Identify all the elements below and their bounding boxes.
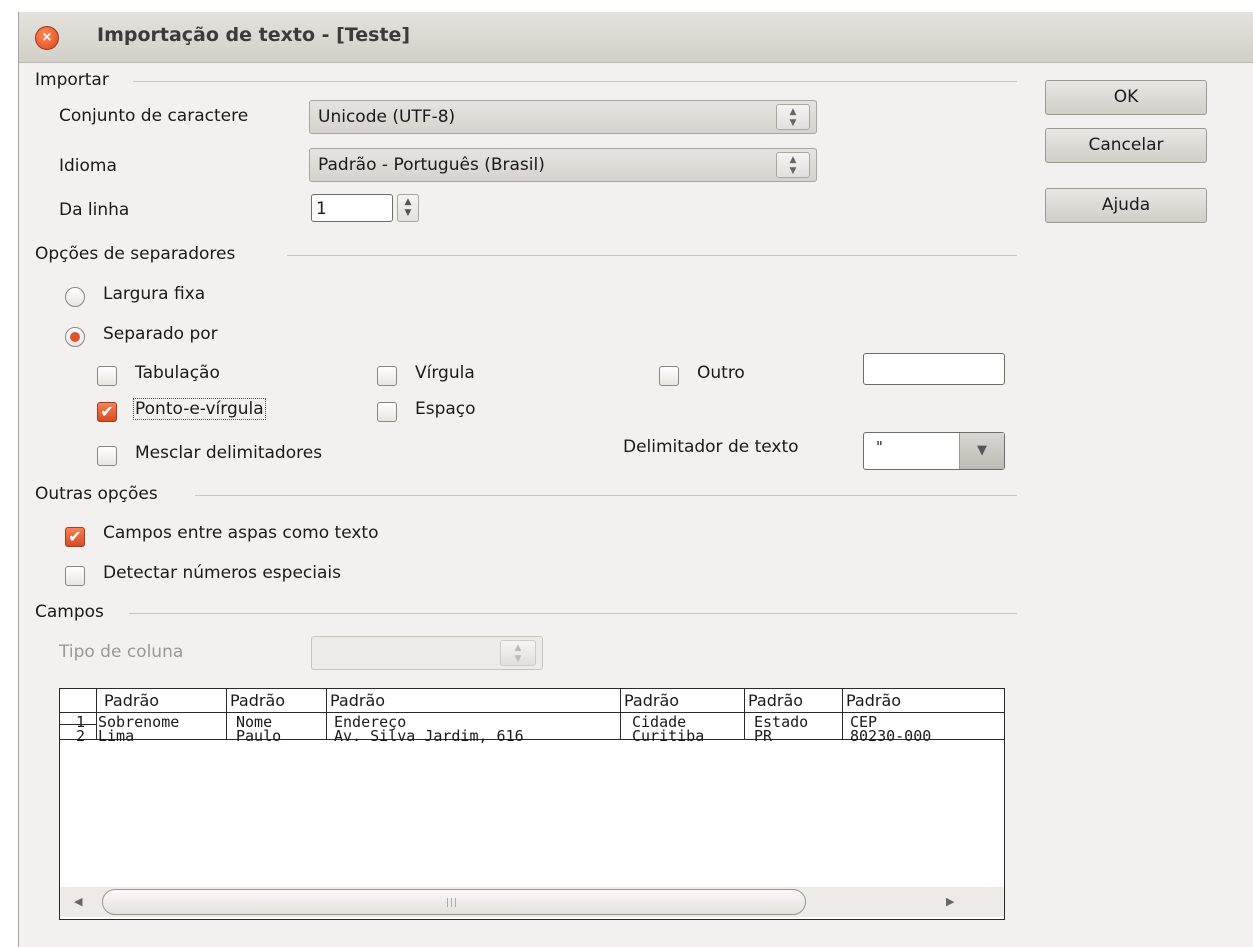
merge-delimiters-checkbox[interactable]: [97, 446, 117, 466]
grid-line: [96, 689, 97, 739]
section-other-options-heading: Outras opções: [35, 484, 158, 504]
table-cell[interactable]: Paulo: [236, 727, 324, 745]
ok-button[interactable]: OK: [1045, 80, 1207, 115]
spin-arrows-icon[interactable]: ▲ ▼: [776, 152, 810, 178]
spin-arrows-icon[interactable]: ▲ ▼: [776, 104, 810, 130]
quoted-as-text-checkbox[interactable]: ✔: [65, 527, 85, 547]
fixed-width-radio[interactable]: [65, 287, 85, 307]
language-combo[interactable]: Padrão - Português (Brasil) ▲ ▼: [309, 148, 817, 182]
text-delimiter-value: ": [876, 438, 883, 456]
column-header[interactable]: Padrão: [846, 691, 942, 710]
divider: [129, 613, 1017, 614]
charset-label: Conjunto de caractere: [59, 106, 249, 126]
horizontal-scrollbar[interactable]: ◀ ▶: [60, 887, 1004, 917]
detect-special-numbers-label[interactable]: Detectar números especiais: [103, 563, 341, 583]
grid-line: [326, 689, 327, 739]
divider: [287, 255, 1017, 256]
close-icon[interactable]: ×: [35, 26, 59, 50]
semicolon-checkbox[interactable]: ✔: [97, 402, 117, 422]
dialog-title: Importação de texto - [Teste]: [97, 24, 411, 46]
text-delimiter-select[interactable]: " ▼: [863, 432, 1005, 470]
cancel-button[interactable]: Cancelar: [1045, 128, 1207, 163]
dialog-window: × Importação de texto - [Teste] Importar…: [18, 12, 1253, 947]
section-importar-heading: Importar: [35, 70, 109, 90]
fixed-width-label[interactable]: Largura fixa: [103, 284, 205, 304]
divider: [133, 81, 1017, 82]
text-delimiter-label: Delimitador de texto: [623, 437, 799, 457]
separated-by-radio[interactable]: [65, 327, 85, 347]
language-value: Padrão - Português (Brasil): [318, 155, 545, 175]
table-cell[interactable]: Av. Silva Jardim, 616: [334, 727, 618, 745]
chevron-right-icon[interactable]: ▶: [946, 895, 954, 908]
other-label[interactable]: Outro: [697, 363, 745, 383]
comma-checkbox[interactable]: [377, 366, 397, 386]
title-bar: × Importação de texto - [Teste]: [19, 12, 1253, 63]
grid-line: [744, 689, 745, 739]
chevron-down-icon[interactable]: ▼: [959, 433, 1004, 469]
quoted-as-text-label[interactable]: Campos entre aspas como texto: [103, 523, 379, 543]
chevron-left-icon[interactable]: ◀: [74, 895, 82, 908]
spin-arrows-icon: ▲ ▼: [500, 640, 536, 666]
divider: [195, 495, 1017, 496]
tab-checkbox[interactable]: [97, 366, 117, 386]
from-row-input[interactable]: 1: [311, 194, 393, 222]
section-fields-heading: Campos: [35, 602, 104, 622]
from-row-label: Da linha: [59, 200, 130, 220]
charset-value: Unicode (UTF-8): [318, 107, 456, 127]
column-type-combo: ▲ ▼: [311, 636, 543, 670]
table-cell[interactable]: PR: [754, 727, 840, 745]
grid-line: [226, 689, 227, 739]
space-label[interactable]: Espaço: [415, 399, 476, 419]
from-row-spinbox[interactable]: 1 ▲ ▼: [311, 194, 425, 224]
other-separator-input[interactable]: [863, 353, 1005, 385]
language-label: Idioma: [59, 156, 117, 176]
table-cell[interactable]: Lima: [98, 727, 224, 745]
column-header[interactable]: Padrão: [330, 691, 616, 710]
separated-by-label[interactable]: Separado por: [103, 324, 218, 344]
comma-label[interactable]: Vírgula: [415, 363, 475, 383]
semicolon-label[interactable]: Ponto-e-vírgula: [133, 398, 266, 420]
tab-label[interactable]: Tabulação: [135, 363, 220, 383]
grid-line: [842, 689, 843, 739]
grid-line: [620, 689, 621, 739]
spin-arrows-icon[interactable]: ▲ ▼: [397, 194, 419, 222]
detect-special-numbers-checkbox[interactable]: [65, 566, 85, 586]
scrollbar-thumb[interactable]: [102, 889, 806, 915]
column-header[interactable]: Padrão: [230, 691, 322, 710]
section-separators-heading: Opções de separadores: [35, 244, 236, 264]
charset-combo[interactable]: Unicode (UTF-8) ▲ ▼: [309, 100, 817, 134]
preview-grid[interactable]: Padrão Padrão Padrão Padrão Padrão Padrã…: [59, 688, 1005, 920]
column-header[interactable]: Padrão: [748, 691, 838, 710]
table-cell[interactable]: 80230-000: [850, 727, 946, 745]
row-number: 2: [76, 727, 86, 745]
other-checkbox[interactable]: [659, 366, 679, 386]
column-type-label: Tipo de coluna: [59, 642, 184, 662]
table-cell[interactable]: Curitiba: [632, 727, 742, 745]
merge-delimiters-label[interactable]: Mesclar delimitadores: [135, 443, 322, 463]
column-header[interactable]: Padrão: [104, 691, 222, 710]
space-checkbox[interactable]: [377, 402, 397, 422]
help-button[interactable]: Ajuda: [1045, 188, 1207, 223]
column-header[interactable]: Padrão: [624, 691, 740, 710]
